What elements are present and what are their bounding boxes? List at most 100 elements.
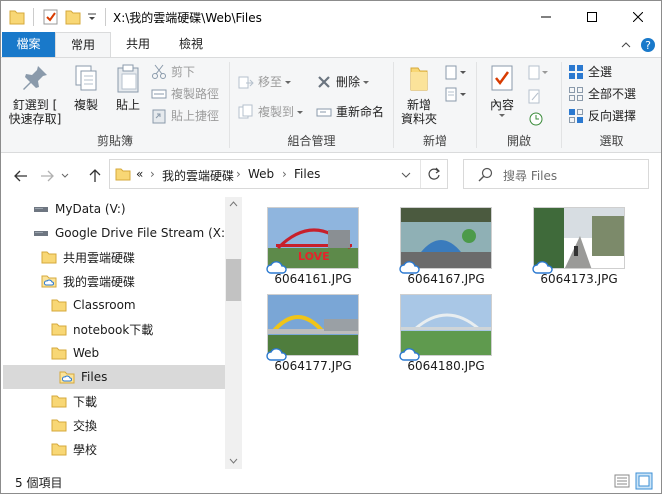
delete-button[interactable]: 刪除 xyxy=(316,72,370,92)
breadcrumb-overflow[interactable]: « xyxy=(136,167,143,181)
file-list: LOVE 6064161.JPG 6064167.JPG 6064173.JPG… xyxy=(243,197,661,469)
close-button[interactable] xyxy=(615,1,661,32)
rename-button[interactable]: 重新命名 xyxy=(316,102,384,122)
cloud-status-icon xyxy=(532,261,553,274)
collapse-ribbon-icon[interactable] xyxy=(617,36,635,54)
breadcrumb-files[interactable]: Files xyxy=(294,167,320,181)
dropdown-caret-icon xyxy=(297,110,304,114)
tab-view[interactable]: 檢視 xyxy=(167,32,215,57)
copy-button[interactable]: 複製 xyxy=(67,62,105,112)
folder-icon xyxy=(51,347,67,360)
search-placeholder: 搜尋 Files xyxy=(503,169,558,183)
dropdown-caret-icon xyxy=(285,80,292,84)
select-none-label: 全部不選 xyxy=(588,87,637,101)
tree-item-classroom[interactable]: Classroom xyxy=(3,293,225,317)
file-item[interactable]: 6064167.JPG xyxy=(396,207,496,286)
properties-button[interactable]: 內容 xyxy=(481,62,523,117)
nav-scrollbar[interactable] xyxy=(225,197,242,469)
invert-selection-button[interactable]: 反向選擇 xyxy=(568,106,636,126)
copy-label: 複製 xyxy=(73,98,98,112)
tab-share[interactable]: 共用 xyxy=(114,32,162,57)
copy-to-button[interactable]: 複製到 xyxy=(238,102,304,122)
file-item[interactable]: 6064180.JPG xyxy=(396,294,496,373)
ribbon-home: 釘選到 [ 快速存取] 複製 貼上 剪下 複製路徑 貼上捷徑 剪貼簿 移至 複製… xyxy=(1,57,661,153)
tree-item-label: Files xyxy=(81,370,108,384)
easy-access-icon[interactable] xyxy=(444,86,468,104)
tab-home[interactable]: 常用 xyxy=(55,32,111,58)
file-item[interactable]: 6064177.JPG xyxy=(263,294,363,373)
tab-file[interactable]: 檔案 xyxy=(2,32,55,57)
address-divider xyxy=(420,160,421,188)
move-to-button[interactable]: 移至 xyxy=(238,72,292,92)
cut-button[interactable]: 剪下 xyxy=(151,62,195,82)
cloud-folder-icon xyxy=(41,275,57,288)
history-icon[interactable] xyxy=(527,110,549,128)
new-item-icon[interactable] xyxy=(444,64,468,82)
paste-shortcut-button[interactable]: 貼上捷徑 xyxy=(151,106,219,126)
navigation-pane: MyData (V:) Google Drive File Stream (X:… xyxy=(1,197,243,469)
breadcrumb-my-drive[interactable]: 我的雲端硬碟 xyxy=(162,167,234,184)
cloud-status-icon xyxy=(266,348,287,361)
scroll-down-icon[interactable] xyxy=(229,458,238,464)
pin-icon xyxy=(23,66,47,90)
new-folder-quick-icon[interactable] xyxy=(65,8,81,26)
clipboard-group: 釘選到 [ 快速存取] 複製 貼上 剪下 複製路徑 貼上捷徑 剪貼簿 xyxy=(1,58,229,152)
scroll-up-icon[interactable] xyxy=(229,201,238,207)
tree-item-web[interactable]: Web xyxy=(3,341,225,365)
paste-button[interactable]: 貼上 xyxy=(109,62,147,112)
tree-item-school[interactable]: 學校 xyxy=(3,437,225,461)
select-all-button[interactable]: 全選 xyxy=(568,62,612,82)
tree-item-google-drive[interactable]: Google Drive File Stream (X:) xyxy=(3,221,230,245)
toolbar-divider xyxy=(33,8,34,26)
back-button[interactable] xyxy=(11,166,31,186)
tree-item-label: MyData (V:) xyxy=(55,202,126,216)
file-item[interactable]: LOVE 6064161.JPG xyxy=(263,207,363,286)
maximize-button[interactable] xyxy=(569,1,615,32)
new-folder-button[interactable]: 新增 資料夾 xyxy=(398,62,440,126)
forward-button[interactable] xyxy=(37,166,57,186)
customize-toolbar-icon[interactable] xyxy=(87,8,97,26)
svg-text:?: ? xyxy=(645,39,651,52)
paste-shortcut-label: 貼上捷徑 xyxy=(171,109,220,123)
tree-item-exchange[interactable]: 交換 xyxy=(3,413,225,437)
tree-item-shared-drive[interactable]: 共用雲端硬碟 xyxy=(3,245,225,269)
cloud-status-icon xyxy=(399,261,420,274)
pin-quick-access-button[interactable]: 釘選到 [ 快速存取] xyxy=(7,62,63,126)
tree-item-files[interactable]: Files xyxy=(3,365,225,389)
search-box[interactable]: 搜尋 Files xyxy=(463,159,649,189)
move-to-label: 移至 xyxy=(258,75,283,89)
tree-item-label: 共用雲端硬碟 xyxy=(63,250,136,265)
tree-item-download[interactable]: 下載 xyxy=(3,389,225,413)
help-icon[interactable]: ? xyxy=(639,36,657,54)
details-view-icon[interactable] xyxy=(613,472,631,490)
select-group: 全選 全部不選 反向選擇 選取 xyxy=(562,58,661,152)
drive-icon xyxy=(34,231,48,236)
scrollbar-thumb[interactable] xyxy=(226,259,241,301)
up-button[interactable] xyxy=(85,166,105,186)
copy-path-icon xyxy=(151,89,167,99)
select-none-icon xyxy=(569,87,583,101)
tree-item-label: 學校 xyxy=(73,442,98,457)
properties-check-icon[interactable] xyxy=(43,8,59,26)
breadcrumb-web[interactable]: Web xyxy=(248,167,274,181)
refresh-icon[interactable] xyxy=(427,167,441,181)
file-item[interactable]: 6064173.JPG xyxy=(529,207,629,286)
copy-path-button[interactable]: 複製路徑 xyxy=(151,84,219,104)
svg-text:LOVE: LOVE xyxy=(298,250,330,263)
tree-item-notebook-download[interactable]: notebook下載 xyxy=(3,317,225,341)
address-bar[interactable]: « › 我的雲端硬碟 › Web › Files xyxy=(109,159,448,189)
recent-locations-button[interactable] xyxy=(59,166,71,186)
drive-icon xyxy=(34,207,48,212)
close-icon xyxy=(633,11,643,22)
tree-item-mydata[interactable]: MyData (V:) xyxy=(3,197,225,221)
address-dropdown-icon[interactable] xyxy=(401,171,411,179)
open-icon[interactable] xyxy=(527,64,549,82)
edit-icon[interactable] xyxy=(527,88,549,106)
maximize-icon xyxy=(587,11,597,22)
breadcrumb-separator: › xyxy=(282,167,287,181)
large-icons-view-icon[interactable] xyxy=(635,472,653,490)
select-none-button[interactable]: 全部不選 xyxy=(568,84,636,104)
minimize-button[interactable] xyxy=(523,1,569,32)
move-to-icon xyxy=(238,76,254,89)
tree-item-my-drive[interactable]: 我的雲端硬碟 xyxy=(3,269,225,293)
